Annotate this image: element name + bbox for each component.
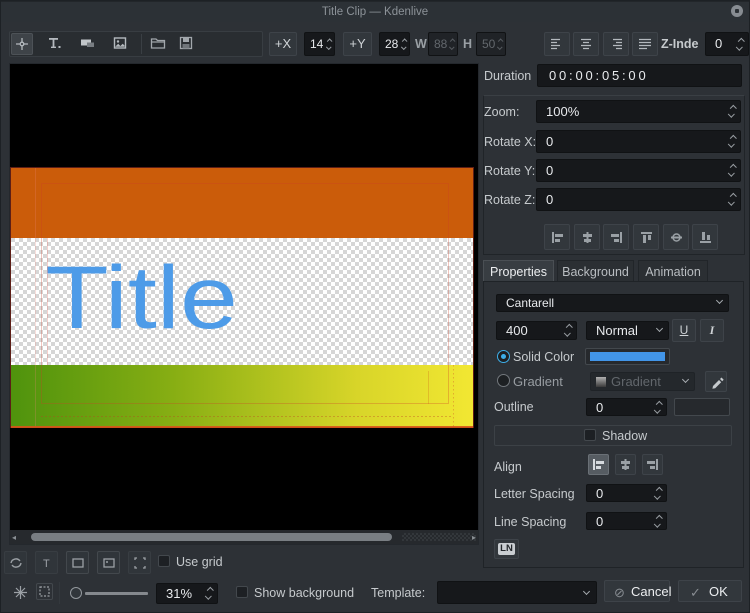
svg-text:T: T — [43, 558, 50, 570]
